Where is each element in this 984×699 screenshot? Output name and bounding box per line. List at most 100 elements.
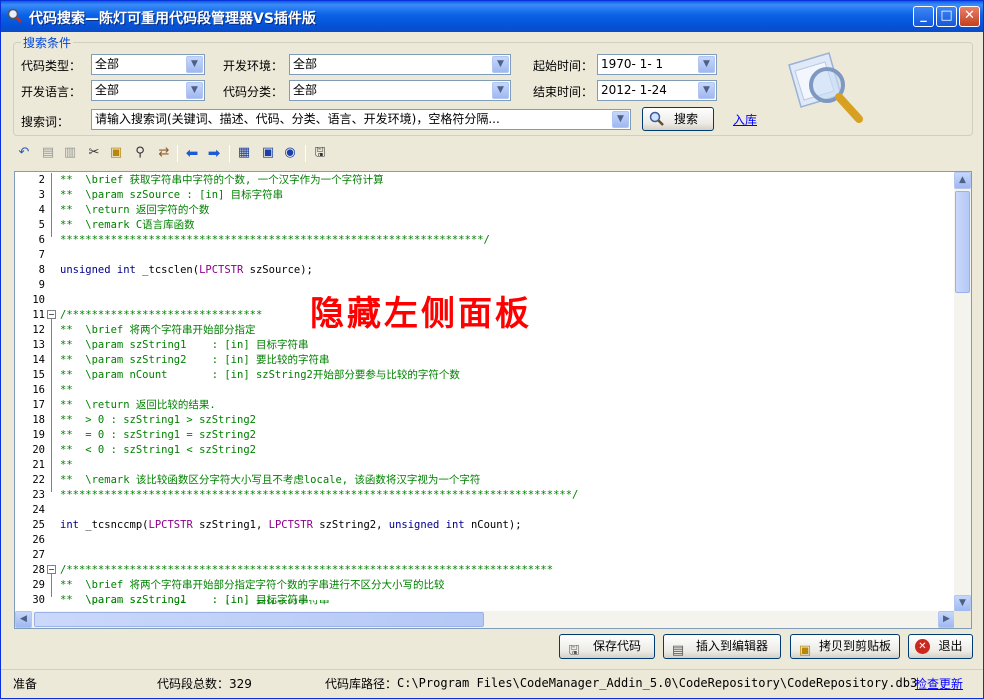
code-comment: ** [60,384,73,396]
code-comment: ** \param szSource : [in] 目标字符串 [60,189,284,201]
category-select[interactable]: 全部 ▼ [289,80,511,101]
chevron-down-icon[interactable]: ▼ [492,56,509,73]
line-number: 11 [32,309,45,321]
vertical-scrollbar[interactable]: ▲ ▼ [954,172,971,612]
chevron-down-icon[interactable]: ▼ [492,82,509,99]
code-comment: ** \remark C语言库函数 [60,219,195,231]
line-number-gutter: 2 3 4 5 6 7 8 9 10 11 12 13 14 15 16 17 18 19 20 21 22 23 24 25… [15,172,60,612]
paste-icon[interactable]: ▣ [107,143,125,163]
cut-icon[interactable]: ✂ [85,143,103,163]
scroll-down-icon[interactable]: ▼ [954,595,971,612]
scroll-left-icon[interactable]: ◀ [15,611,32,628]
fold-guide [51,573,52,597]
save-icon[interactable]: 🖫 [311,143,329,163]
find-icon[interactable]: ⚲ [131,143,149,163]
fold-toggle-icon[interactable]: − [47,310,56,319]
start-time-picker[interactable]: 1970- 1- 1 ▼ [597,54,717,75]
code-keyword: int [60,519,79,531]
chevron-down-icon[interactable]: ▼ [612,111,629,128]
line-number: 2 [38,174,45,186]
scroll-up-icon[interactable]: ▲ [954,172,971,189]
code-editor[interactable]: 2 3 4 5 6 7 8 9 10 11 12 13 14 15 16 17 18 19 20 21 22 23 24 25… [14,171,972,629]
end-time-label: 结束时间： [533,85,594,99]
maximize-button[interactable]: □ [936,6,957,27]
chevron-down-icon[interactable]: ▼ [186,56,203,73]
code-line: ** \brief 将两个字符串开始部分指定字符个数的字串进行不区分大小写的比较 [60,578,445,593]
replace-icon[interactable]: ⇄ [155,143,173,163]
check-update-link[interactable]: 检查更新 [915,675,963,692]
dev-env-select[interactable]: 全部 ▼ [289,54,511,75]
search-criteria-legend: 搜索条件 [21,34,74,51]
code-text: szString1, [192,519,269,531]
line-number: 21 [32,459,45,471]
search-button[interactable]: 搜索 [642,107,714,131]
code-comment: ** \param szString1 : [in] 目标字符串 [60,339,309,351]
copy-clipboard-button[interactable]: ▣ 拷贝到剪贴板 [790,634,900,659]
paste-disabled-icon[interactable]: ▥ [61,143,79,163]
save-icon: 🖫 [568,643,580,658]
undo-icon[interactable]: ↶ [15,143,33,163]
forward-arrow-icon[interactable]: ➡ [205,143,223,163]
back-arrow-icon[interactable]: ⬅ [183,143,201,163]
code-type-select[interactable]: 全部 ▼ [91,54,205,75]
code-line-partial: ** \param szString2 : [in] 要比较的字符串 [60,600,329,608]
fold-guide [51,173,52,237]
minimize-icon: _ [920,8,927,23]
line-number: 6 [38,234,45,246]
fold-guide [51,318,52,492]
import-link[interactable]: 入库 [733,111,757,128]
chevron-down-icon[interactable]: ▼ [698,56,715,73]
close-button[interactable]: ✕ [959,6,980,27]
line-number: 14 [32,354,45,366]
hide-left-panel-overlay[interactable]: 隐藏左侧面板 [310,286,532,335]
end-time-picker[interactable]: 2012- 1-24 ▼ [597,80,717,101]
start-time-label: 起始时间： [533,59,594,73]
dev-env-label: 开发环境： [223,59,284,73]
fold-toggle-icon[interactable]: − [47,565,56,574]
line-number: 4 [38,204,45,216]
copy-disabled-icon[interactable]: ▤ [39,143,57,163]
code-keyword: unsigned int [60,264,136,276]
line-number: 8 [38,264,45,276]
code-type: LPCTSTR [268,519,313,531]
line-number: 25 [32,519,45,531]
line-number: 19 [32,429,45,441]
code-comment: ** \param szString2 : [in] 要比较的字符串 [60,354,330,366]
code-comment: ** \brief 将两个字符串开始部分指定 [60,324,256,336]
dev-env-value: 全部 [293,57,318,71]
horizontal-scrollbar[interactable]: ◀ ▶ [15,611,955,628]
bookmark-icon[interactable]: ▣ [259,143,277,163]
code-line: /******************************* [60,308,262,323]
category-label: 代码分类： [223,85,284,99]
code-comment: ****************************************… [60,489,579,501]
insert-editor-button[interactable]: ▤ 插入到编辑器 [663,634,781,659]
scroll-right-icon[interactable]: ▶ [938,611,955,628]
keyword-input[interactable]: 请输入搜索词(关键词、描述、代码、分类、语言、开发环境)，空格符分隔... ▼ [91,109,631,130]
goto-icon[interactable]: ◉ [281,143,299,163]
start-time-value: 1970- 1- 1 [601,57,664,71]
code-comment: ****************************************… [60,234,490,246]
code-comment: ** \param nCount : [in] szString2开始部分要参与… [60,369,460,381]
language-select[interactable]: 全部 ▼ [91,80,205,101]
end-time-value: 2012- 1-24 [601,83,667,97]
line-number: 3 [38,189,45,201]
exit-button[interactable]: ✕ 退出 [908,634,973,659]
save-code-button[interactable]: 🖫 保存代码 [559,634,655,659]
code-text: _tcsclen( [135,264,200,276]
outline-icon[interactable]: ▦ [235,143,253,163]
title-bar[interactable]: 代码搜索—陈灯可重用代码段管理器VS插件版 _ □ ✕ [1,1,983,32]
line-number: 16 [32,384,45,396]
horizontal-scroll-thumb[interactable] [34,612,484,627]
chevron-down-icon[interactable]: ▼ [698,82,715,99]
code-keyword: unsigned int [388,519,465,531]
window-title: 代码搜索—陈灯可重用代码段管理器VS插件版 [29,11,316,27]
main-window: 代码搜索—陈灯可重用代码段管理器VS插件版 _ □ ✕ 搜索条件 代码类型： 全… [0,0,984,699]
code-line: ****************************************… [60,488,578,503]
minimize-button[interactable]: _ [913,6,934,27]
maximize-icon: □ [940,8,953,23]
line-number: 23 [32,489,45,501]
vertical-scroll-thumb[interactable] [955,191,970,293]
code-line: ** \param szSource : [in] 目标字符串 [60,188,283,203]
save-code-label: 保存代码 [592,639,641,653]
chevron-down-icon[interactable]: ▼ [186,82,203,99]
